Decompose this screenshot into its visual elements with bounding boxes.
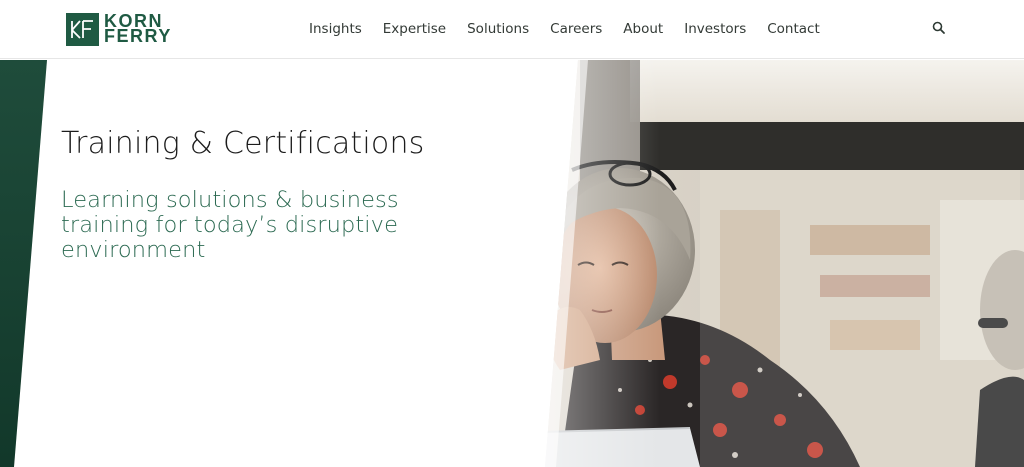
search-icon[interactable] bbox=[931, 20, 947, 36]
nav-item-solutions[interactable]: Solutions bbox=[467, 19, 529, 39]
hero-subtitle: Learning solutions & business training f… bbox=[61, 187, 399, 263]
green-accent-band bbox=[0, 60, 47, 467]
logo-word-ferry: FERRY bbox=[104, 26, 172, 46]
nav-item-expertise[interactable]: Expertise bbox=[383, 19, 446, 39]
site-header: KORN FERRY Insights Expertise Solutions … bbox=[0, 0, 1024, 59]
logo-wordmark: KORN FERRY bbox=[104, 12, 172, 46]
nav-item-careers[interactable]: Careers bbox=[550, 19, 602, 39]
nav-item-contact[interactable]: Contact bbox=[767, 19, 820, 39]
hero-title: Training & Certifications bbox=[61, 126, 425, 161]
hero-text-panel bbox=[14, 60, 588, 467]
hero-banner: Training & Certifications Learning solut… bbox=[0, 60, 1024, 467]
nav-item-insights[interactable]: Insights bbox=[309, 19, 362, 39]
kf-monogram-icon bbox=[66, 12, 99, 46]
nav-item-investors[interactable]: Investors bbox=[684, 19, 746, 39]
korn-ferry-logo[interactable]: KORN FERRY bbox=[66, 12, 172, 46]
main-nav: Insights Expertise Solutions Careers Abo… bbox=[309, 19, 841, 39]
nav-item-about[interactable]: About bbox=[623, 19, 663, 39]
